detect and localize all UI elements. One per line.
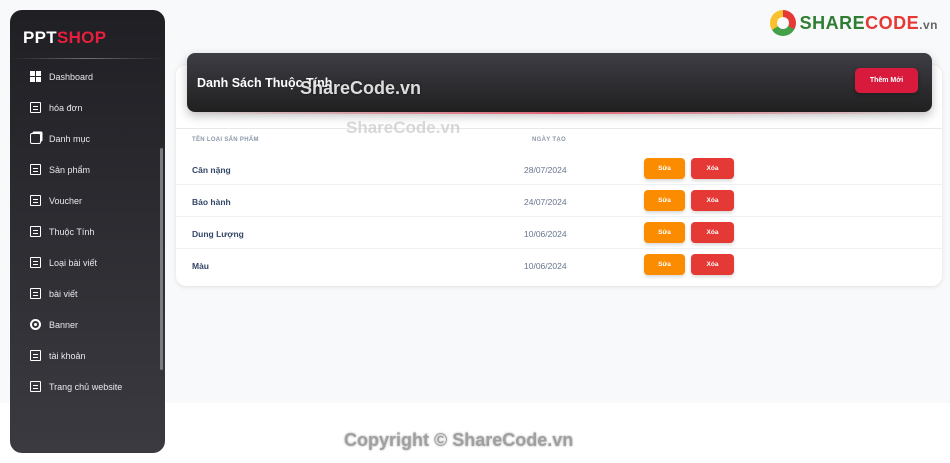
sidebar-item-categories[interactable]: Danh mục: [10, 123, 165, 154]
category-icon: [30, 133, 41, 144]
sidebar-item-label: Banner: [49, 319, 79, 330]
created-date: 10/06/2024: [524, 261, 567, 271]
delete-button[interactable]: Xóa: [691, 222, 734, 243]
edit-button[interactable]: Sửa: [644, 190, 685, 211]
voucher-icon: [30, 195, 41, 206]
logo-text-suffix: .vn: [919, 17, 938, 32]
post-icon: [30, 288, 41, 299]
dashboard-icon: [30, 71, 41, 82]
sidebar-item-voucher[interactable]: Voucher: [10, 185, 165, 216]
table-row: Cân nặng 28/07/2024 Sửa Xóa: [176, 153, 942, 185]
sidebar-item-label: hóa đơn: [49, 102, 83, 113]
sidebar-item-label: Dashboard: [49, 71, 94, 82]
account-icon: [30, 350, 41, 361]
sidebar-item-attributes[interactable]: Thuộc Tính: [10, 216, 165, 247]
sidebar-scrollbar[interactable]: [160, 148, 163, 370]
sidebar-item-label: Voucher: [49, 195, 83, 206]
attribute-name: Màu: [192, 261, 209, 271]
sharecode-logo: SHARECODE.vn: [769, 10, 938, 36]
column-header-date: Ngày tạo: [532, 137, 566, 143]
table-header-divider: [176, 128, 942, 129]
brand-text-shop: SHOP: [56, 28, 107, 47]
watermark-text: ShareCode.vn: [346, 118, 461, 137]
edit-button[interactable]: Sửa: [644, 158, 685, 179]
table-row: Bảo hành 24/07/2024 Sửa Xóa: [176, 185, 942, 217]
copyright-watermark: Copyright © ShareCode.vn: [344, 430, 574, 450]
sidebar-item-label: Trang chủ website: [49, 381, 123, 392]
created-date: 10/06/2024: [524, 229, 567, 239]
sidebar: PPTSHOP Dashboard hóa đơn Danh mục Sản p…: [10, 10, 165, 453]
sidebar-item-invoices[interactable]: hóa đơn: [10, 92, 165, 123]
sidebar-item-label: Sản phẩm: [49, 164, 91, 175]
sidebar-item-post-types[interactable]: Loại bài viết: [10, 247, 165, 278]
logo-text-code: CODE: [865, 12, 920, 33]
sharecode-logo-icon: [769, 10, 796, 36]
created-date: 28/07/2024: [524, 165, 567, 175]
sidebar-item-label: bài viết: [49, 288, 78, 299]
home-icon: [30, 381, 41, 392]
brand-text-ppt: PPT: [23, 28, 57, 47]
sidebar-item-label: Danh mục: [49, 133, 91, 144]
add-new-button[interactable]: Thêm Mới: [855, 68, 918, 93]
sidebar-item-posts[interactable]: bài viết: [10, 278, 165, 309]
attribute-name: Bảo hành: [192, 197, 231, 207]
sidebar-item-website-home[interactable]: Trang chủ website: [10, 371, 165, 402]
attribute-name: Dung Lượng: [192, 229, 244, 239]
sidebar-item-label: tài khoản: [49, 350, 86, 361]
sidebar-item-banner[interactable]: Banner: [10, 309, 165, 340]
receipt-icon: [30, 102, 41, 113]
sidebar-item-label: Loại bài viết: [49, 257, 98, 268]
sidebar-divider: [10, 58, 165, 59]
table-row: Dung Lượng 10/06/2024 Sửa Xóa: [176, 217, 942, 249]
edit-button[interactable]: Sửa: [644, 222, 685, 243]
created-date: 24/07/2024: [524, 197, 567, 207]
delete-button[interactable]: Xóa: [691, 254, 734, 275]
attribute-icon: [30, 226, 41, 237]
post-type-icon: [30, 257, 41, 268]
sidebar-item-dashboard[interactable]: Dashboard: [10, 61, 165, 92]
header-accent-line: [187, 112, 932, 114]
sidebar-nav: Dashboard hóa đơn Danh mục Sản phẩm Vouc…: [10, 61, 165, 402]
column-header-name: Tên loại sản phẩm: [192, 137, 259, 143]
sidebar-item-products[interactable]: Sản phẩm: [10, 154, 165, 185]
brand-logo[interactable]: PPTSHOP: [10, 10, 165, 58]
card-header: Danh Sách Thuộc Tính Thêm Mới: [187, 53, 932, 112]
table-row: Màu 10/06/2024 Sửa Xóa: [176, 249, 942, 281]
watermark-text: ShareCode.vn: [300, 78, 422, 98]
banner-icon: [30, 319, 41, 330]
attribute-name: Cân nặng: [192, 165, 231, 175]
logo-text-share: SHARE: [799, 12, 866, 33]
delete-button[interactable]: Xóa: [691, 190, 734, 211]
product-icon: [30, 164, 41, 175]
edit-button[interactable]: Sửa: [644, 254, 685, 275]
sidebar-item-label: Thuộc Tính: [49, 226, 95, 237]
delete-button[interactable]: Xóa: [691, 158, 734, 179]
sidebar-item-accounts[interactable]: tài khoản: [10, 340, 165, 371]
